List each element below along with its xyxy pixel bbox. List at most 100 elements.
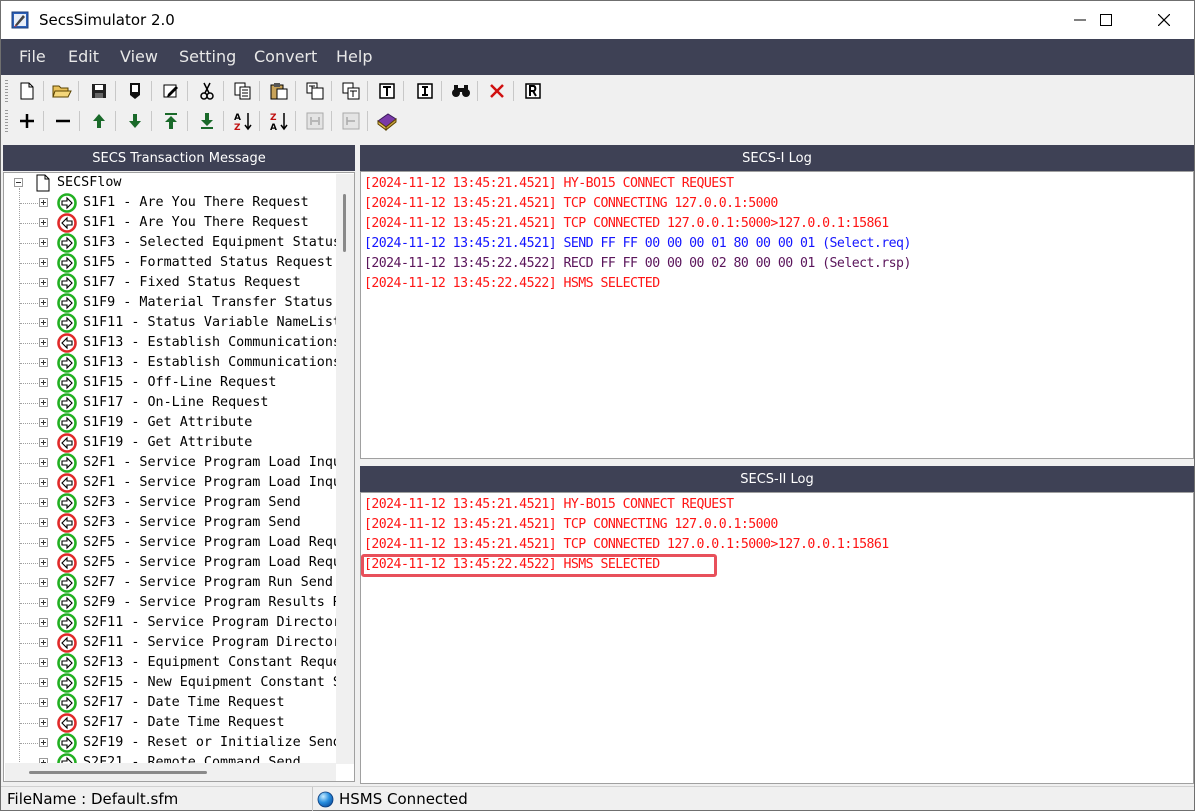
tree-item[interactable]: S2F15 - New Equipment Constant Sen [4, 673, 354, 693]
expand-toggle[interactable] [39, 638, 48, 647]
expand-toggle[interactable] [39, 558, 48, 567]
menu-setting[interactable]: Setting [179, 47, 236, 66]
text-t-icon[interactable] [375, 79, 399, 103]
add-icon[interactable] [15, 109, 39, 133]
copy-icon[interactable] [231, 79, 255, 103]
scroll-thumb[interactable] [29, 771, 207, 774]
expand-toggle[interactable] [39, 538, 48, 547]
tree-item[interactable]: S2F11 - Service Program Directory [4, 633, 349, 653]
collapse-toggle[interactable] [14, 178, 23, 187]
book-icon[interactable] [375, 109, 399, 133]
expand-toggle[interactable] [39, 198, 48, 207]
expand-toggle[interactable] [39, 278, 48, 287]
expand-toggle[interactable] [39, 718, 48, 727]
expand-toggle[interactable] [39, 378, 48, 387]
text-i-icon[interactable] [413, 79, 437, 103]
tree-item[interactable]: S2F17 - Date Time Request [4, 693, 344, 713]
tree-item[interactable]: S1F7 - Fixed Status Request [4, 273, 344, 293]
menu-view[interactable]: View [120, 47, 158, 66]
paste-icon[interactable] [267, 79, 291, 103]
close-button[interactable] [1141, 1, 1187, 39]
scroll-thumb[interactable] [343, 194, 346, 252]
copy-block-icon[interactable] [303, 79, 327, 103]
tree-item[interactable]: S1F9 - Material Transfer Status Re [4, 293, 354, 313]
expand-toggle[interactable] [39, 298, 48, 307]
open-folder-icon[interactable] [50, 79, 74, 103]
expand-toggle[interactable] [39, 418, 48, 427]
menu-help[interactable]: Help [336, 47, 372, 66]
menu-file[interactable]: File [19, 47, 46, 66]
tree-item[interactable]: S1F5 - Formatted Status Request [4, 253, 344, 273]
transaction-tree[interactable]: SECSFlow S1F1 - Are You There Request S1F1… [3, 172, 355, 782]
tree-item[interactable]: S2F1 - Service Program Load Inquire [4, 453, 354, 473]
tree-item[interactable]: S2F11 - Service Program Directory [4, 613, 349, 633]
tree-item[interactable]: S2F17 - Date Time Request [4, 713, 344, 733]
tree-item[interactable]: S2F3 - Service Program Send [4, 493, 344, 513]
secs2-log-pane[interactable]: [2024-11-12 13:45:21.4521] HY-BO15 CONNE… [360, 492, 1194, 784]
move-down-icon[interactable] [123, 109, 147, 133]
tree-root[interactable]: SECSFlow [4, 173, 344, 193]
expand-toggle[interactable] [39, 358, 48, 367]
expand-toggle[interactable] [39, 698, 48, 707]
tree-item[interactable]: S1F15 - Off-Line Request [4, 373, 344, 393]
collapse-icon[interactable] [303, 109, 327, 133]
save-icon[interactable] [87, 79, 111, 103]
cut-icon[interactable] [195, 79, 219, 103]
menu-edit[interactable]: Edit [68, 47, 99, 66]
expand-toggle[interactable] [39, 678, 48, 687]
expand-toggle[interactable] [39, 618, 48, 627]
tree-item[interactable]: S1F13 - Establish Communications R [4, 353, 354, 373]
expand-toggle[interactable] [39, 238, 48, 247]
expand-toggle[interactable] [39, 338, 48, 347]
tree-item[interactable]: S1F19 - Get Attribute [4, 433, 344, 453]
expand-toggle[interactable] [39, 518, 48, 527]
move-top-icon[interactable] [159, 109, 183, 133]
expand-icon[interactable] [339, 109, 363, 133]
delete-icon[interactable] [485, 79, 509, 103]
toolbar-grip[interactable] [5, 80, 8, 102]
tree-item[interactable]: S1F3 - Selected Equipment Status R [4, 233, 354, 253]
tree-item[interactable]: S2F7 - Service Program Run Send [4, 573, 344, 593]
expand-toggle[interactable] [39, 578, 48, 587]
expand-toggle[interactable] [39, 318, 48, 327]
tree-horizontal-scrollbar[interactable] [5, 763, 336, 781]
expand-toggle[interactable] [39, 598, 48, 607]
expand-toggle[interactable] [39, 438, 48, 447]
edit-icon[interactable] [159, 79, 183, 103]
sort-za-icon[interactable]: ZA [267, 109, 291, 133]
tree-item[interactable]: S2F3 - Service Program Send [4, 513, 344, 533]
menu-convert[interactable]: Convert [254, 47, 317, 66]
expand-toggle[interactable] [39, 258, 48, 267]
expand-toggle[interactable] [39, 478, 48, 487]
expand-toggle[interactable] [39, 738, 48, 747]
secs1-log-pane[interactable]: [2024-11-12 13:45:21.4521] HY-BO15 CONNE… [360, 171, 1194, 459]
tree-item[interactable]: S1F1 - Are You There Request [4, 193, 344, 213]
expand-toggle[interactable] [39, 498, 48, 507]
tree-item[interactable]: S1F1 - Are You There Request [4, 213, 344, 233]
tree-item[interactable]: S1F13 - Establish Communications R [4, 333, 354, 353]
maximize-button[interactable] [1083, 1, 1129, 39]
bookmark-icon[interactable] [123, 79, 147, 103]
expand-toggle[interactable] [39, 398, 48, 407]
tree-item[interactable]: S2F5 - Service Program Load Request [4, 553, 354, 573]
tree-item[interactable]: S2F1 - Service Program Load Inquire [4, 473, 354, 493]
tree-item[interactable]: S2F13 - Equipment Constant Request [4, 653, 354, 673]
expand-toggle[interactable] [39, 218, 48, 227]
find-icon[interactable] [449, 79, 473, 103]
expand-toggle[interactable] [39, 658, 48, 667]
move-up-icon[interactable] [87, 109, 111, 133]
tree-item[interactable]: S2F5 - Service Program Load Request [4, 533, 354, 553]
tree-item[interactable]: S1F11 - Status Variable NameList R [4, 313, 354, 333]
paste-block-icon[interactable] [339, 79, 363, 103]
remove-icon[interactable] [51, 109, 75, 133]
tree-item[interactable]: S1F19 - Get Attribute [4, 413, 344, 433]
tree-item[interactable]: S2F19 - Reset or Initialize Send [4, 733, 344, 753]
tree-item[interactable]: S2F9 - Service Program Results Req [4, 593, 354, 613]
tree-vertical-scrollbar[interactable] [336, 174, 354, 764]
expand-toggle[interactable] [39, 458, 48, 467]
toolbar-grip[interactable] [5, 110, 8, 132]
move-bottom-icon[interactable] [195, 109, 219, 133]
new-file-icon[interactable] [15, 79, 39, 103]
tree-item[interactable]: S1F17 - On-Line Request [4, 393, 344, 413]
sort-az-icon[interactable]: AZ [231, 109, 255, 133]
